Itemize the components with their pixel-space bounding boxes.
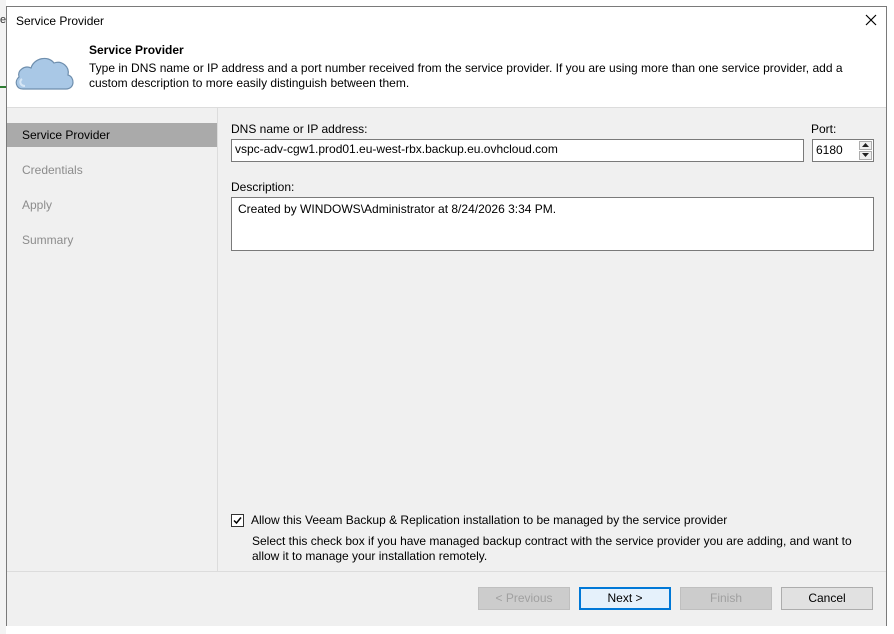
cloud-icon — [13, 51, 77, 96]
title-bar: Service Provider — [7, 7, 886, 35]
previous-button[interactable]: < Previous — [478, 587, 570, 610]
port-stepper[interactable]: 6180 — [812, 139, 874, 162]
header-title: Service Provider — [89, 43, 184, 57]
step-apply: Apply — [22, 198, 53, 212]
header-description: Type in DNS name or IP address and a por… — [89, 61, 843, 90]
step-summary: Summary — [22, 233, 74, 247]
port-value: 6180 — [816, 143, 843, 157]
manage-hint: Select this check box if you have manage… — [252, 534, 852, 563]
dns-label: DNS name or IP address: — [231, 122, 368, 136]
finish-button[interactable]: Finish — [680, 587, 772, 610]
manage-checkbox-label[interactable]: Allow this Veeam Backup & Replication in… — [251, 513, 727, 527]
wizard-content: DNS name or IP address: vspc-adv-cgw1.pr… — [218, 108, 886, 571]
port-label: Port: — [811, 122, 837, 136]
close-icon[interactable] — [862, 11, 880, 29]
service-provider-dialog: Service Provider Service Provider Type i… — [6, 6, 887, 626]
window-title: Service Provider — [16, 14, 105, 28]
wizard-header: Service Provider Type in DNS name or IP … — [7, 35, 886, 107]
port-down-icon[interactable] — [859, 151, 872, 160]
description-label: Description: — [231, 180, 295, 194]
dns-input[interactable]: vspc-adv-cgw1.prod01.eu-west-rbx.backup.… — [231, 139, 804, 162]
port-up-icon[interactable] — [859, 141, 872, 150]
wizard-footer: < Previous Next > Finish Cancel — [7, 572, 886, 626]
cancel-button[interactable]: Cancel — [781, 587, 873, 610]
next-button[interactable]: Next > — [579, 587, 671, 610]
wizard-steps-pane: Service Provider Credentials Apply Summa… — [7, 108, 218, 571]
step-credentials: Credentials — [22, 163, 83, 177]
step-service-provider[interactable]: Service Provider — [7, 123, 217, 147]
manage-checkbox[interactable] — [231, 514, 244, 527]
description-textarea[interactable]: Created by WINDOWS\Administrator at 8/24… — [231, 197, 874, 251]
